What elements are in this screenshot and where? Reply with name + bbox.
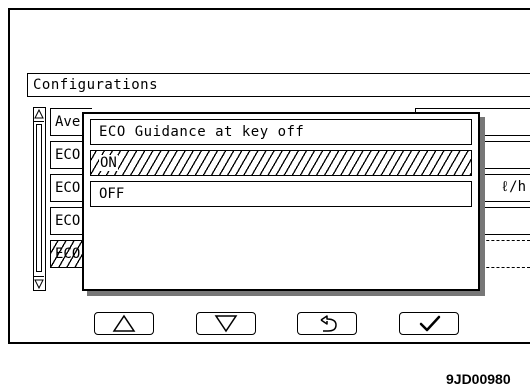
return-arrow-icon <box>320 315 337 332</box>
scrollbar[interactable] <box>33 107 46 291</box>
down-button[interactable] <box>196 312 256 335</box>
down-triangle-icon <box>214 315 238 333</box>
dialog-title-bar: ECO Guidance at key off <box>90 119 472 145</box>
scroll-down-arrow[interactable] <box>34 276 44 290</box>
confirm-button[interactable] <box>399 312 459 335</box>
up-triangle-icon <box>112 314 136 332</box>
value-cell-text: ℓ/h <box>500 179 526 195</box>
scroll-down-icon <box>34 279 44 290</box>
scroll-thumb[interactable] <box>36 124 42 272</box>
eco-guidance-dialog: ECO Guidance at key off ON OFF <box>82 112 480 291</box>
option-off-label: OFF <box>99 186 125 202</box>
scroll-up-icon <box>34 108 44 119</box>
option-off[interactable]: OFF <box>90 181 472 207</box>
scroll-up-arrow[interactable] <box>34 108 44 122</box>
menu-row-label: ECO <box>55 246 81 262</box>
check-icon <box>419 315 441 332</box>
menu-row-label: ECO <box>55 213 81 229</box>
up-button[interactable] <box>94 312 154 335</box>
option-on-label: ON <box>99 155 118 171</box>
dialog-title: ECO Guidance at key off <box>99 124 305 140</box>
menu-row-label: ECO <box>55 180 81 196</box>
menu-row-label: ECO <box>55 147 81 163</box>
option-on[interactable]: ON <box>90 150 472 176</box>
screen-title-bar: Configurations <box>27 73 530 97</box>
menu-row-label: Ave <box>55 114 81 130</box>
screen-title: Configurations <box>33 77 159 93</box>
return-button[interactable] <box>297 312 357 335</box>
figure-code: 9JD00980 <box>446 371 511 387</box>
